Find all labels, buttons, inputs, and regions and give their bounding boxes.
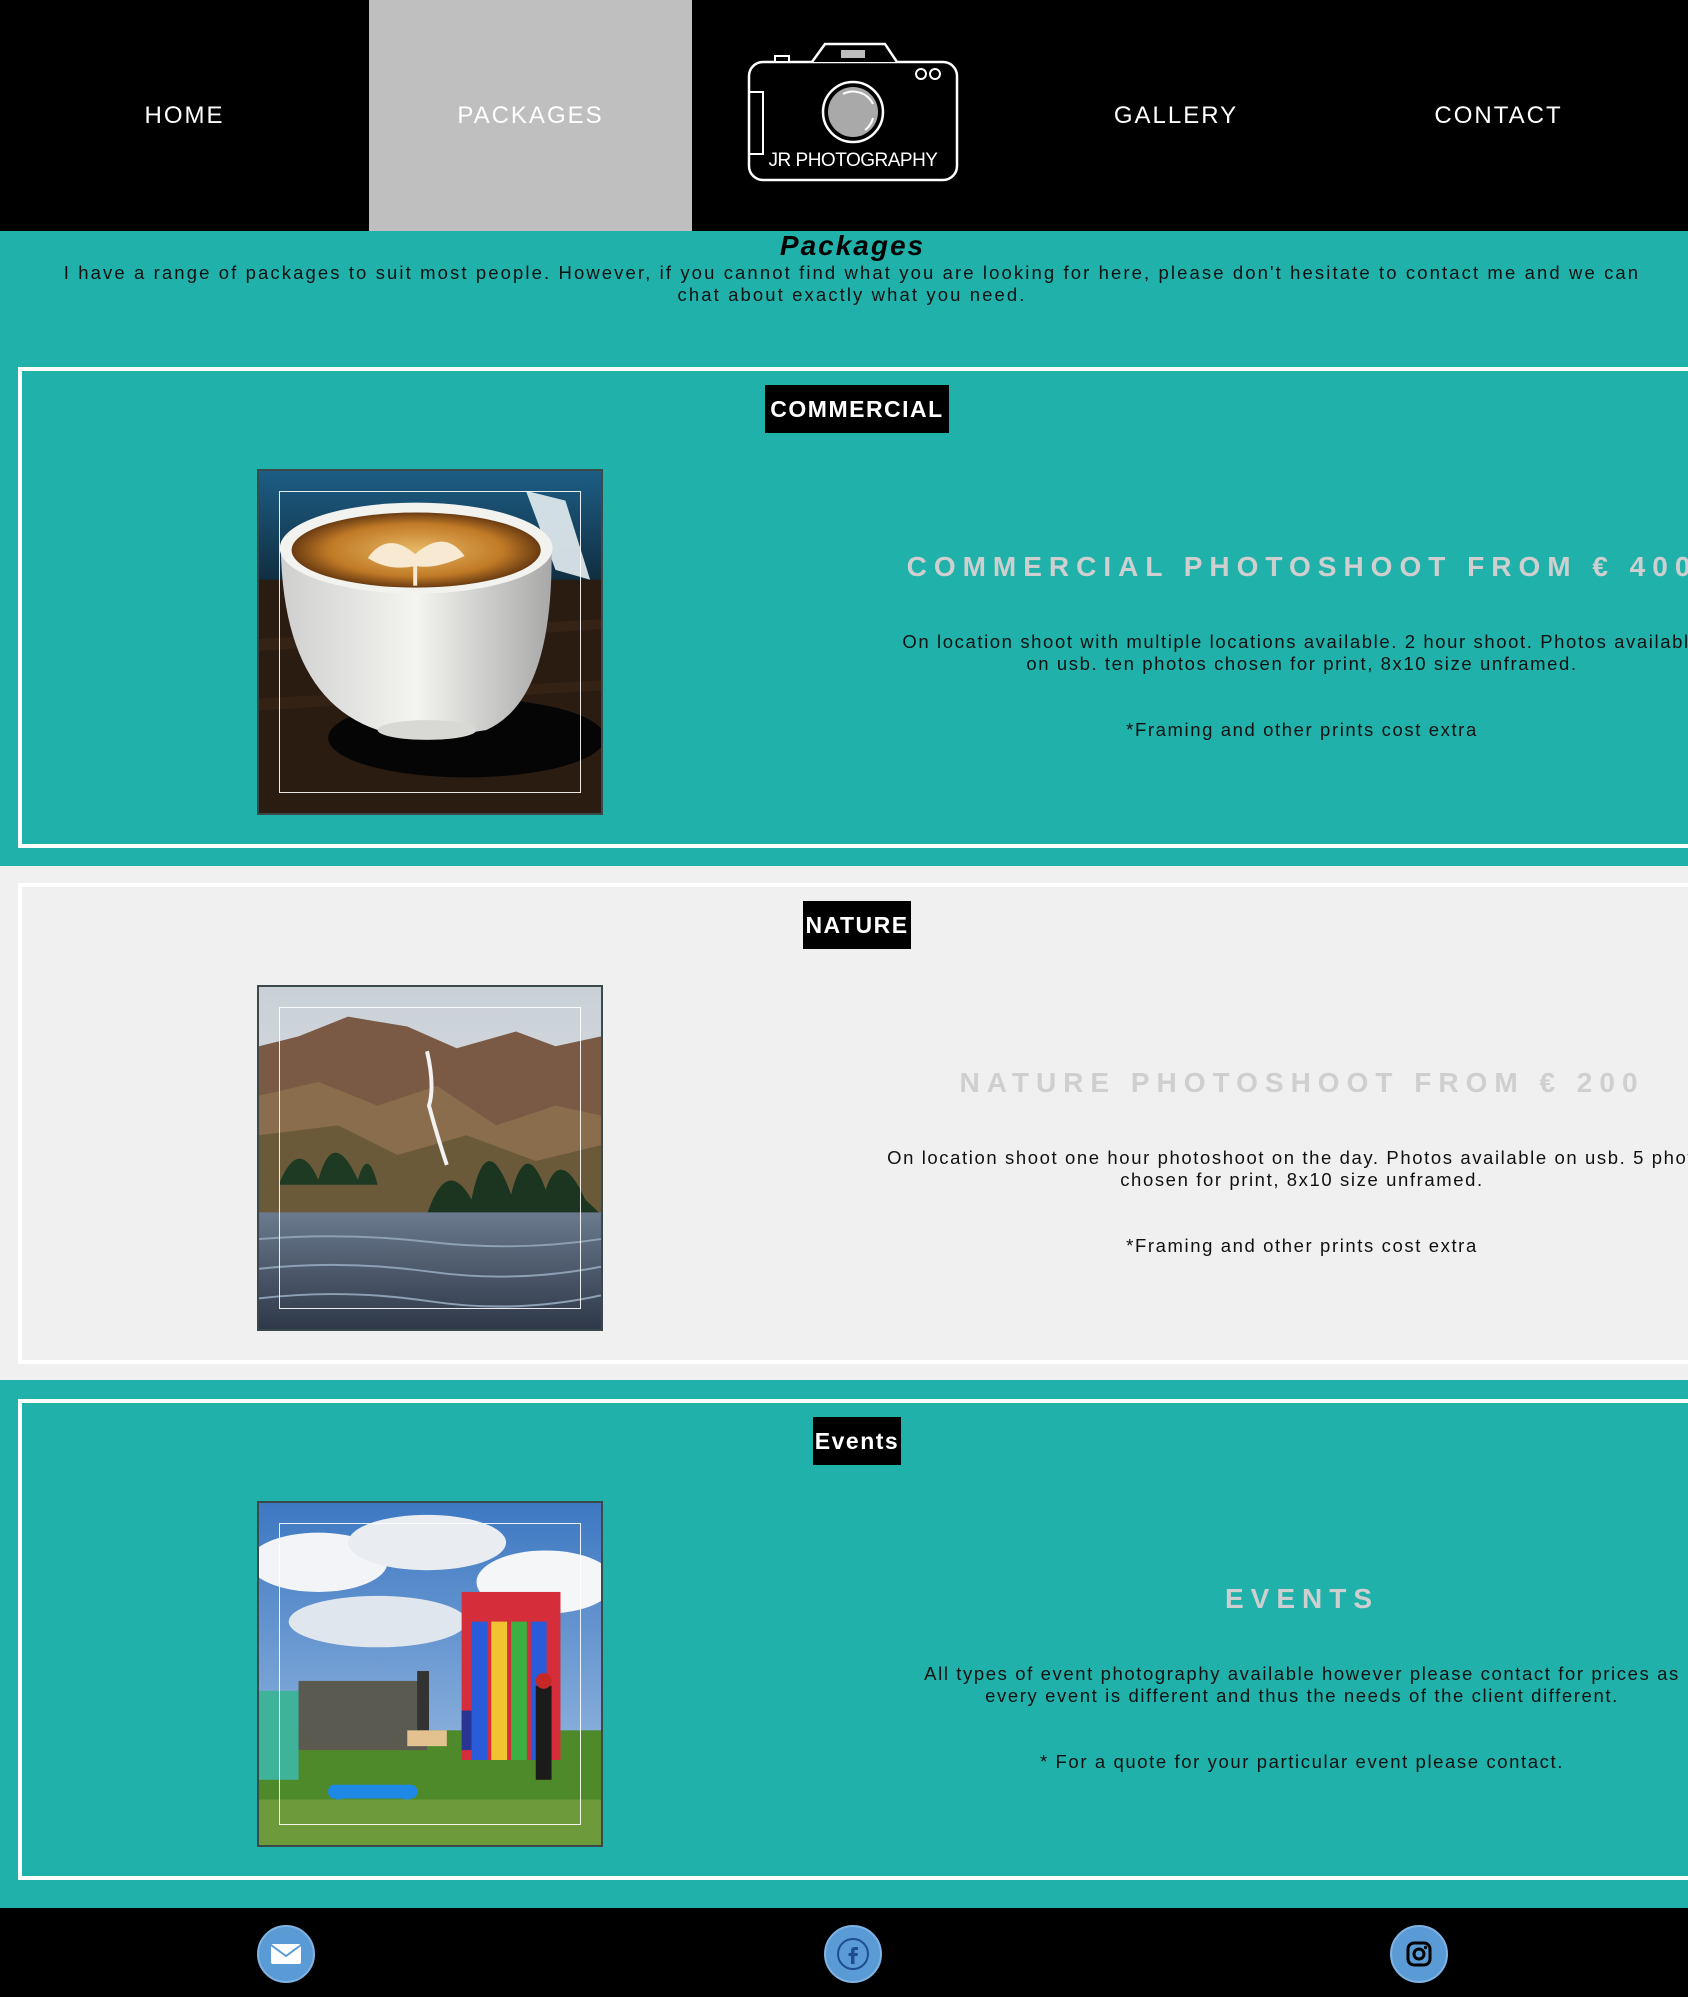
nav-contact[interactable]: CONTACT bbox=[1335, 0, 1662, 231]
package-commercial: COMMERCIAL COMMERCIAL PHOTOSHOOT FROM € … bbox=[18, 367, 1688, 848]
instagram-icon[interactable] bbox=[1390, 1925, 1448, 1983]
package-heading: NATURE PHOTOSHOOT FROM € 200 bbox=[959, 1067, 1645, 1098]
logo[interactable]: JR PHOTOGRAPHY bbox=[747, 42, 959, 182]
intro-text: I have a range of packages to suit most … bbox=[63, 262, 1641, 305]
top-nav: HOME PACKAGES JR PHOTOGRAPHY GALLERY CON… bbox=[0, 0, 1688, 231]
photo-frame bbox=[279, 1523, 581, 1825]
package-events: Events EVENTS All types of event photogr… bbox=[18, 1399, 1688, 1880]
outdoor-event-bouncy-castle-photo bbox=[257, 1501, 603, 1847]
package-note: * For a quote for your particular event … bbox=[1039, 1751, 1564, 1772]
package-note: *Framing and other prints cost extra bbox=[1126, 719, 1478, 740]
nav-home[interactable]: HOME bbox=[0, 0, 369, 231]
facebook-icon[interactable] bbox=[824, 1925, 882, 1983]
footer bbox=[0, 1908, 1688, 1997]
logo-text: JR PHOTOGRAPHY bbox=[768, 150, 938, 171]
package-heading: COMMERCIAL PHOTOSHOOT FROM € 400 bbox=[906, 551, 1688, 582]
package-description: On location shoot one hour photoshoot on… bbox=[887, 1147, 1688, 1190]
package-note: *Framing and other prints cost extra bbox=[1126, 1235, 1478, 1256]
mountain-lake-waterfall-photo bbox=[257, 985, 603, 1331]
mail-icon[interactable] bbox=[257, 1925, 315, 1983]
package-badge: COMMERCIAL bbox=[765, 385, 949, 433]
package-badge: Events bbox=[813, 1417, 901, 1465]
package-badge: NATURE bbox=[803, 901, 911, 949]
photo-frame bbox=[279, 1007, 581, 1309]
package-nature: NATURE NATURE PHOTOSHOOT FROM € 200 On l… bbox=[18, 883, 1688, 1364]
package-heading: EVENTS bbox=[1224, 1583, 1380, 1614]
photo-frame bbox=[279, 491, 581, 793]
package-description: All types of event photography available… bbox=[924, 1663, 1680, 1706]
latte-coffee-cup-photo bbox=[257, 469, 603, 815]
nav-gallery[interactable]: GALLERY bbox=[1017, 0, 1335, 231]
page-title: Packages bbox=[779, 230, 926, 261]
package-description: On location shoot with multiple location… bbox=[902, 631, 1688, 674]
nav-packages[interactable]: PACKAGES bbox=[369, 0, 692, 231]
